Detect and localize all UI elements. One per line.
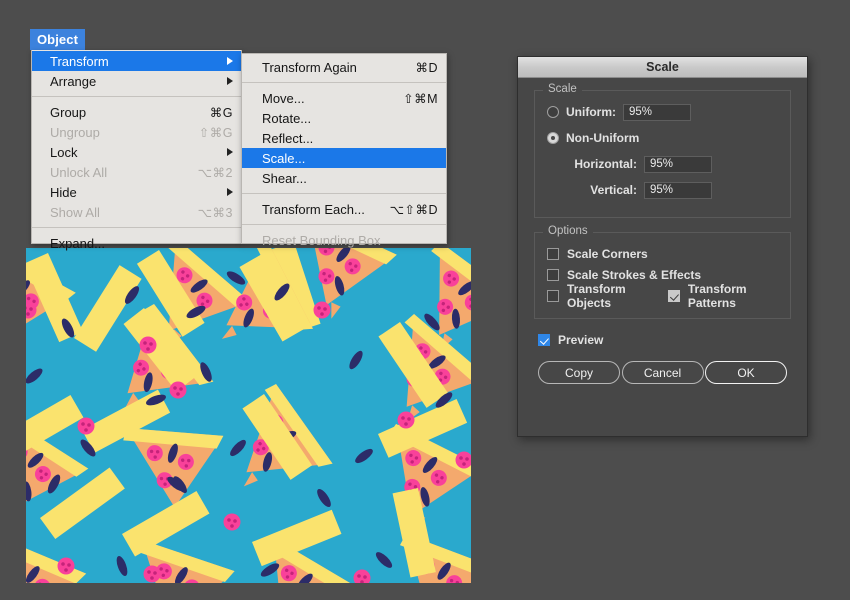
menu-separator [242,82,446,83]
menu-item-expand[interactable]: Expand... [32,233,241,253]
vertical-label: Vertical: [590,183,637,197]
vertical-input[interactable]: 95% [644,181,712,199]
transform-objects-patterns-row[interactable]: Transform Objects Transform Patterns [547,282,778,310]
menu-item-shortcut: ⌥⌘2 [197,165,233,180]
horizontal-row[interactable]: Horizontal: 95% [547,153,778,175]
submenu-item-shortcut: ⌥⇧⌘D [389,202,438,217]
ok-button[interactable]: OK [705,361,787,384]
vertical-row[interactable]: Vertical: 95% [547,179,778,201]
submenu-item-reflect[interactable]: Reflect... [242,128,446,148]
cancel-button[interactable]: Cancel [621,361,704,384]
menu-item-hide[interactable]: Hide [32,182,241,202]
scale-corners-row[interactable]: Scale Corners [547,243,778,264]
menu-item-ungroup: Ungroup ⇧⌘G [32,122,241,142]
scale-dialog[interactable]: Scale Scale Uniform: 95% Non-Uniform Hor… [517,56,808,437]
menubar-item-object[interactable]: Object [30,29,85,50]
checkbox-preview[interactable] [538,334,550,346]
menu-separator [242,224,446,225]
submenu-item-shear[interactable]: Shear... [242,168,446,188]
uniform-label: Uniform: [566,105,616,119]
options-group: Options Scale Corners Scale Strokes & Ef… [534,225,791,319]
submenu-item-label: Transform Again [262,59,357,75]
menu-item-unlock-all: Unlock All ⌥⌘2 [32,162,241,182]
menu-separator [32,227,241,228]
menu-item-label: Hide [50,184,77,200]
menu-item-label: Ungroup [50,124,100,140]
menu-item-show-all: Show All ⌥⌘3 [32,202,241,222]
transform-submenu[interactable]: Transform Again ⌘D Move... ⇧⌘M Rotate...… [241,53,447,248]
submenu-item-move[interactable]: Move... ⇧⌘M [242,88,446,108]
menu-item-group[interactable]: Group ⌘G [32,102,241,122]
copy-button[interactable]: Copy [538,361,620,384]
horizontal-input[interactable]: 95% [644,155,712,173]
menu-item-label: Show All [50,204,100,220]
submenu-item-reset-bounding-box: Reset Bounding Box [242,230,446,250]
menu-separator [242,193,446,194]
menu-item-shortcut: ⇧⌘G [198,125,233,140]
submenu-item-rotate[interactable]: Rotate... [242,108,446,128]
preview-row[interactable]: Preview [538,333,791,347]
checkbox-scale-strokes-effects[interactable] [547,268,559,281]
radio-uniform[interactable] [547,106,559,118]
artboard-pizza-pattern[interactable] [26,248,471,583]
dialog-button-row: Copy Cancel OK [538,361,787,384]
menu-item-label: Group [50,104,87,120]
menu-item-label: Arrange [50,73,97,89]
submenu-item-label: Reset Bounding Box [262,232,381,248]
submenu-item-shortcut: ⌘D [415,60,438,75]
transform-objects-label: Transform Objects [567,281,626,310]
dialog-title: Scale [646,60,679,74]
menu-item-shortcut: ⌥⌘3 [197,205,233,220]
non-uniform-row[interactable]: Non-Uniform [547,127,778,149]
menu-item-label: Unlock All [50,164,108,180]
submenu-item-transform-again[interactable]: Transform Again ⌘D [242,57,446,77]
checkbox-scale-corners[interactable] [547,247,559,260]
submenu-item-label: Reflect... [262,130,314,146]
radio-non-uniform[interactable] [547,132,559,144]
scale-group: Scale Uniform: 95% Non-Uniform Horizonta… [534,83,791,218]
submenu-item-label: Move... [262,90,305,106]
scale-strokes-label: Scale Strokes & Effects [567,267,702,282]
checkbox-transform-patterns[interactable] [667,289,680,302]
menu-item-lock[interactable]: Lock [32,142,241,162]
menu-item-label: Lock [50,144,78,160]
dialog-titlebar: Scale [518,57,807,78]
options-group-legend: Options [543,225,593,237]
submenu-item-transform-each[interactable]: Transform Each... ⌥⇧⌘D [242,199,446,219]
submenu-item-scale[interactable]: Scale... [242,148,446,168]
preview-label: Preview [558,333,604,347]
menu-item-arrange[interactable]: Arrange [32,71,241,91]
horizontal-label: Horizontal: [574,157,637,171]
submenu-item-label: Shear... [262,170,307,186]
scale-corners-label: Scale Corners [567,246,648,261]
object-dropdown-menu[interactable]: Transform Arrange Group ⌘G Ungroup ⇧⌘G L… [31,50,242,251]
menu-item-label: Expand... [50,235,105,251]
uniform-row[interactable]: Uniform: 95% [547,101,778,123]
non-uniform-label: Non-Uniform [566,131,640,145]
menu-item-shortcut: ⌘G [209,105,233,120]
checkbox-transform-objects[interactable] [547,289,559,302]
dialog-body: Scale Uniform: 95% Non-Uniform Horizonta… [518,78,807,384]
submenu-item-label: Rotate... [262,110,312,126]
uniform-input[interactable]: 95% [623,103,691,121]
submenu-item-label: Scale... [262,150,306,166]
chevron-right-icon [227,188,233,196]
transform-patterns-label: Transform Patterns [687,281,747,310]
menu-separator [32,96,241,97]
pizza-pattern-svg [26,248,471,583]
chevron-right-icon [227,148,233,156]
scale-group-legend: Scale [543,83,582,95]
menu-item-transform[interactable]: Transform [32,51,241,71]
menubar-item-object-label: Object [36,32,79,47]
submenu-item-label: Transform Each... [262,201,365,217]
chevron-right-icon [227,77,233,85]
menu-item-label: Transform [50,53,109,69]
submenu-item-shortcut: ⇧⌘M [403,91,438,106]
chevron-right-icon [227,57,233,65]
